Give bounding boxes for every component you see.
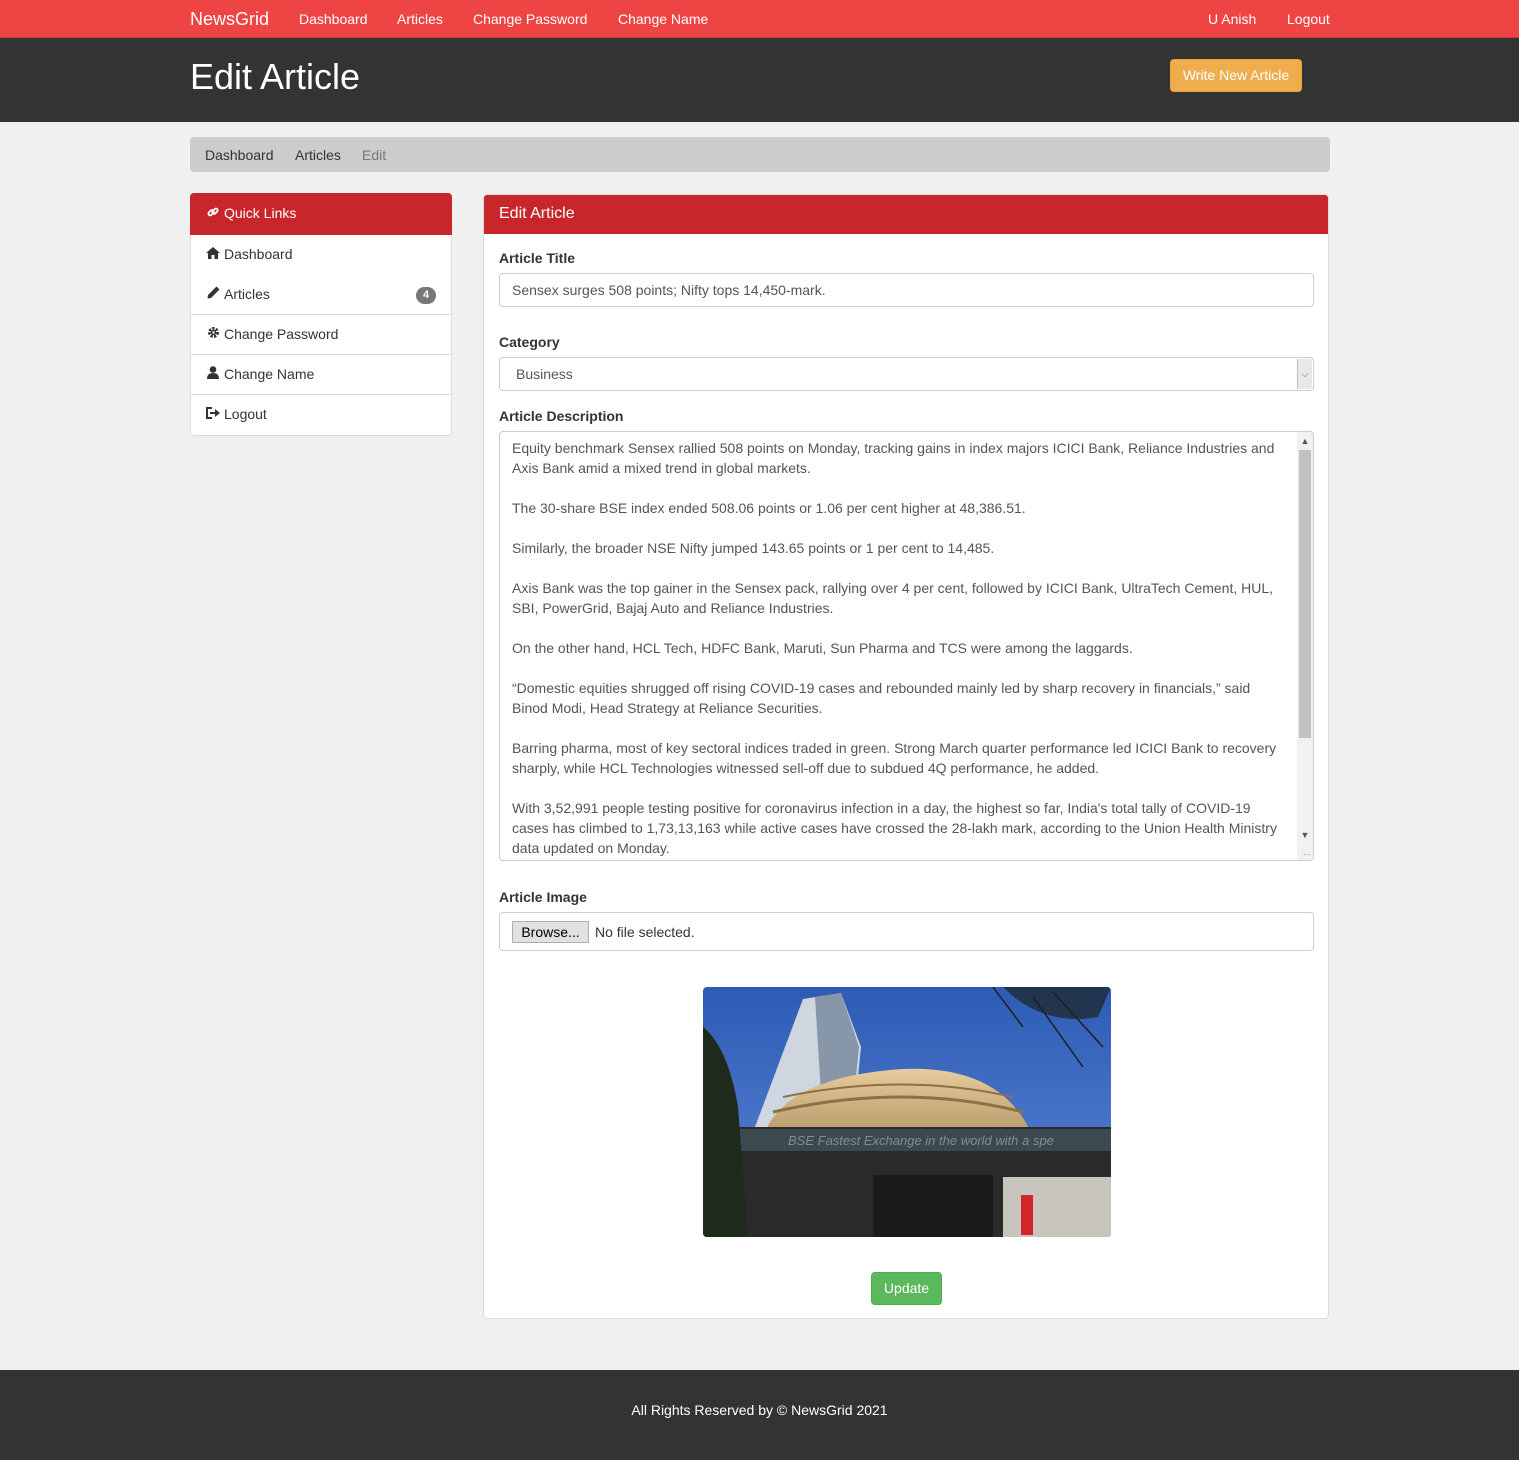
sidebar-item-label: Dashboard <box>224 246 293 262</box>
chevron-down-icon[interactable]: ⌵ <box>1297 359 1312 389</box>
home-icon <box>206 247 220 262</box>
article-image-label: Article Image <box>499 889 587 905</box>
article-image-preview: BSE Fastest Exchange in the world with a… <box>703 987 1111 1237</box>
breadcrumb-edit: Edit <box>362 147 387 163</box>
description-paragraph: The 30-share BSE index ended 508.06 poin… <box>512 500 1026 516</box>
description-paragraph: Barring pharma, most of key sectoral ind… <box>512 740 1277 776</box>
update-button[interactable]: Update <box>871 1272 942 1305</box>
user-icon <box>206 366 220 382</box>
quick-links-sidebar: Quick Links Dashboard Articles 4 Change … <box>190 193 452 436</box>
link-icon <box>206 206 220 221</box>
article-title-label: Article Title <box>499 250 575 266</box>
sidebar-item-label: Articles <box>224 286 270 302</box>
scroll-down-icon[interactable]: ▼ <box>1297 828 1313 842</box>
nav-link-change-password[interactable]: Change Password <box>473 11 587 27</box>
category-select[interactable]: Business ⌵ <box>499 357 1314 391</box>
sidebar-item-change-name[interactable]: Change Name <box>191 355 451 395</box>
quick-links-title: Quick Links <box>224 205 297 221</box>
article-title-input[interactable]: Sensex surges 508 points; Nifty tops 14,… <box>499 273 1314 307</box>
quick-links-header: Quick Links <box>190 193 452 235</box>
sidebar-item-label: Logout <box>224 406 267 422</box>
description-paragraph: Equity benchmark Sensex rallied 508 poin… <box>512 440 1275 476</box>
page-title: Edit Article <box>190 56 361 97</box>
top-navbar: NewsGrid Dashboard Articles Change Passw… <box>0 0 1519 38</box>
brand-logo[interactable]: NewsGrid <box>190 9 269 30</box>
resize-grip-icon[interactable]: ⋯ <box>1303 850 1311 859</box>
sidebar-item-label: Change Password <box>224 326 339 342</box>
image-ticker-text: BSE Fastest Exchange in the world with a… <box>788 1133 1054 1148</box>
breadcrumb-articles[interactable]: Articles <box>295 147 341 163</box>
sidebar-item-articles[interactable]: Articles 4 <box>191 275 451 315</box>
sidebar-item-label: Change Name <box>224 366 315 382</box>
nav-link-articles[interactable]: Articles <box>397 11 443 27</box>
description-paragraph: With 3,52,991 people testing positive fo… <box>512 800 1277 856</box>
breadcrumb-dashboard[interactable]: Dashboard <box>205 147 274 163</box>
description-paragraph: On the other hand, HCL Tech, HDFC Bank, … <box>512 640 1133 656</box>
article-image-file-input[interactable]: Browse... No file selected. <box>499 912 1314 951</box>
write-new-article-button[interactable]: Write New Article <box>1170 59 1302 92</box>
edit-article-panel: Edit Article Article Title Sensex surges… <box>483 194 1329 1319</box>
nav-user-name[interactable]: U Anish <box>1208 11 1256 27</box>
article-description-textarea[interactable]: Equity benchmark Sensex rallied 508 poin… <box>499 431 1314 861</box>
page-footer: All Rights Reserved by © NewsGrid 2021 <box>0 1370 1519 1460</box>
description-paragraph: “Domestic equities shrugged off rising C… <box>512 680 1251 716</box>
footer-copyright: All Rights Reserved by © NewsGrid 2021 <box>631 1402 888 1418</box>
sidebar-item-dashboard[interactable]: Dashboard <box>191 235 451 275</box>
category-label: Category <box>499 334 560 350</box>
description-scrollbar[interactable]: ▲ ▼ <box>1297 432 1313 860</box>
logout-icon <box>206 407 220 422</box>
description-label: Article Description <box>499 408 624 424</box>
panel-title: Edit Article <box>484 195 1328 234</box>
nav-link-dashboard[interactable]: Dashboard <box>299 11 368 27</box>
sidebar-item-logout[interactable]: Logout <box>191 395 451 435</box>
nav-logout[interactable]: Logout <box>1287 11 1330 27</box>
description-paragraph: Axis Bank was the top gainer in the Sens… <box>512 580 1274 616</box>
gear-icon <box>206 326 220 342</box>
pencil-icon <box>206 286 220 302</box>
category-selected-value: Business <box>516 366 573 382</box>
articles-count-badge: 4 <box>416 287 436 304</box>
page-header: Edit Article Write New Article <box>0 38 1519 122</box>
description-paragraph: Similarly, the broader NSE Nifty jumped … <box>512 540 995 556</box>
breadcrumb: Dashboard Articles Edit <box>190 137 1330 172</box>
scrollbar-thumb[interactable] <box>1299 450 1311 738</box>
description-text: Equity benchmark Sensex rallied 508 poin… <box>512 438 1282 860</box>
sidebar-item-change-password[interactable]: Change Password <box>191 315 451 355</box>
scroll-up-icon[interactable]: ▲ <box>1297 434 1313 448</box>
file-status: No file selected. <box>595 924 695 940</box>
browse-button[interactable]: Browse... <box>512 921 589 943</box>
nav-link-change-name[interactable]: Change Name <box>618 11 708 27</box>
